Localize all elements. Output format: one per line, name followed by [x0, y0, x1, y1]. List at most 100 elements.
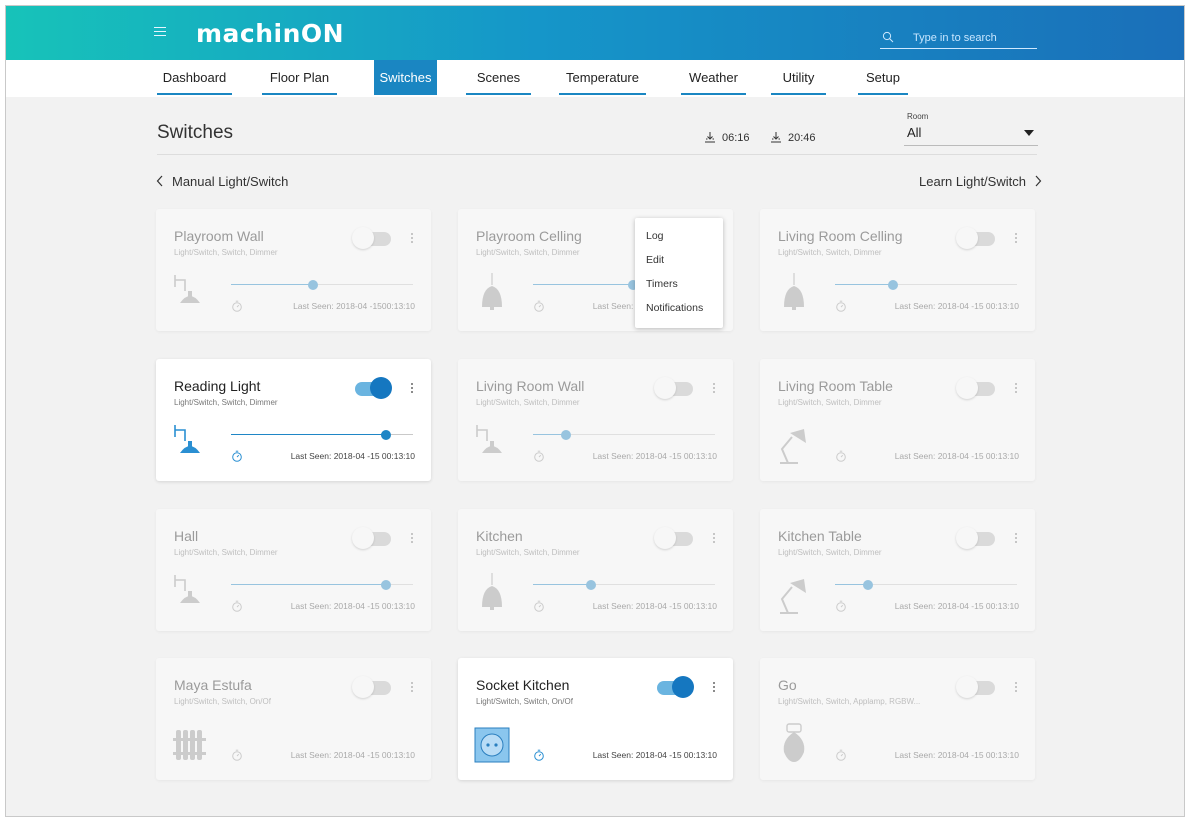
card-title: Reading Light [174, 378, 261, 394]
last-seen: Last Seen: 2018-04 -15 00:13:10 [290, 601, 415, 611]
power-toggle[interactable] [956, 377, 996, 399]
tab-dashboard[interactable]: Dashboard [157, 60, 232, 95]
tab-scenes[interactable]: Scenes [466, 60, 531, 95]
menu-item-edit[interactable]: Edit [646, 254, 664, 266]
search-field[interactable]: Type in to search [880, 31, 1037, 49]
switch-card[interactable]: Living Room Celling Light/Switch, Switch,… [760, 209, 1035, 331]
card-subtitle: Light/Switch, Switch, Dimmer [778, 548, 882, 557]
card-subtitle: Light/Switch, Switch, On/Of [476, 697, 573, 706]
timer-icon[interactable] [835, 748, 847, 761]
dimmer-slider[interactable] [533, 580, 715, 590]
switch-card[interactable]: Hall Light/Switch, Switch, Dimmer Last See… [156, 509, 431, 631]
tab-switches[interactable]: Switches [374, 60, 437, 95]
dimmer-slider[interactable] [231, 430, 413, 440]
switch-card[interactable]: Socket Kitchen Light/Switch, Switch, On/O… [458, 658, 733, 780]
more-options-icon[interactable] [411, 682, 414, 694]
tab-setup[interactable]: Setup [858, 60, 908, 95]
menu-item-log[interactable]: Log [646, 230, 664, 242]
tab-temperature[interactable]: Temperature [559, 60, 646, 95]
tab-label: Temperature [566, 70, 639, 85]
card-title: Playroom Wall [174, 228, 264, 244]
manual-link-label: Manual Light/Switch [172, 174, 289, 189]
power-toggle[interactable] [956, 227, 996, 249]
card-title: Hall [174, 528, 199, 544]
menu-item-notifications[interactable]: Notifications [646, 302, 703, 314]
more-options-icon[interactable] [713, 682, 716, 694]
dimmer-slider[interactable] [231, 580, 413, 590]
dimmer-slider[interactable] [533, 430, 715, 440]
switch-card[interactable]: Living Room Wall Light/Switch, Switch, Di… [458, 359, 733, 481]
timer-icon[interactable] [835, 599, 847, 612]
menu-item-timers[interactable]: Timers [646, 278, 678, 290]
more-options-icon[interactable] [1015, 383, 1018, 395]
tab-weather[interactable]: Weather [681, 60, 746, 95]
hamburger-menu-icon[interactable] [154, 27, 166, 37]
power-toggle[interactable] [956, 527, 996, 549]
switch-card[interactable]: Reading Light Light/Switch, Switch, Dimme… [156, 359, 431, 481]
last-seen: Last Seen: 2018-04 -15 00:13:10 [290, 451, 415, 461]
switch-card[interactable]: Kitchen Light/Switch, Switch, Dimmer Last … [458, 509, 733, 631]
more-options-icon[interactable] [713, 383, 716, 395]
last-seen: Last Seen: 2018-04 -15 00:13:10 [894, 301, 1019, 311]
switch-card[interactable]: Playroom Wall Light/Switch, Switch, Dimme… [156, 209, 431, 331]
card-context-menu: Log Edit Timers Notifications [635, 218, 723, 328]
timer-icon[interactable] [835, 449, 847, 462]
dimmer-slider[interactable] [835, 280, 1017, 290]
more-options-icon[interactable] [411, 383, 414, 395]
timer-icon[interactable] [231, 299, 243, 312]
switch-card[interactable]: Go Light/Switch, Switch, Applamp, RGBW...… [760, 658, 1035, 780]
tab-floor-plan[interactable]: Floor Plan [262, 60, 337, 95]
more-options-icon[interactable] [1015, 533, 1018, 545]
timer-icon[interactable] [533, 599, 545, 612]
wall-lamp-icon [172, 273, 208, 317]
more-options-icon[interactable] [1015, 682, 1018, 694]
tab-label: Switches [379, 70, 432, 85]
top-bar: machinON Type in to search [6, 6, 1184, 60]
more-options-icon[interactable] [411, 233, 414, 245]
socket-icon [474, 722, 510, 766]
bulb-icon [776, 722, 812, 766]
timer-icon[interactable] [231, 449, 243, 462]
timer-icon[interactable] [231, 748, 243, 761]
timer-icon[interactable] [533, 449, 545, 462]
main-nav: Dashboard Floor Plan Switches Scenes Tem… [6, 60, 1184, 97]
tab-label: Dashboard [162, 70, 227, 85]
room-label: Room [907, 112, 929, 121]
last-seen: Last Seen: 2018-04 -15 00:13:10 [894, 750, 1019, 760]
learn-light-switch-link[interactable]: Learn Light/Switch [919, 174, 1042, 189]
wall-lamp-icon [474, 423, 510, 467]
power-toggle[interactable] [654, 377, 694, 399]
power-toggle[interactable] [654, 676, 694, 698]
more-options-icon[interactable] [713, 533, 716, 545]
desk-lamp-icon [776, 423, 812, 467]
power-toggle[interactable] [352, 227, 392, 249]
sunrise-icon [705, 132, 715, 143]
power-toggle[interactable] [352, 527, 392, 549]
dimmer-slider[interactable] [231, 280, 413, 290]
power-toggle[interactable] [352, 377, 392, 399]
more-options-icon[interactable] [1015, 233, 1018, 245]
room-select[interactable]: Room All [904, 112, 1038, 146]
timer-icon[interactable] [835, 299, 847, 312]
last-seen: Last Seen: 2018-04 -15 00:13:10 [894, 601, 1019, 611]
more-options-icon[interactable] [411, 533, 414, 545]
tab-label: Floor Plan [269, 70, 330, 85]
search-placeholder: Type in to search [913, 32, 997, 44]
timer-icon[interactable] [231, 599, 243, 612]
tab-utility[interactable]: Utility [771, 60, 826, 95]
last-seen: Last Seen: 2018-04 -15 00:13:10 [592, 451, 717, 461]
switch-card[interactable]: Maya Estufa Light/Switch, Switch, On/Of La… [156, 658, 431, 780]
switch-card[interactable]: Living Room Table Light/Switch, Switch, D… [760, 359, 1035, 481]
timer-icon[interactable] [533, 748, 545, 761]
timer-icon[interactable] [533, 299, 545, 312]
sunrise-time: 06:16 [704, 131, 750, 144]
dimmer-slider[interactable] [835, 580, 1017, 590]
manual-light-switch-link[interactable]: Manual Light/Switch [156, 174, 288, 189]
switch-card[interactable]: Kitchen Table Light/Switch, Switch, Dimme… [760, 509, 1035, 631]
power-toggle[interactable] [956, 676, 996, 698]
power-toggle[interactable] [654, 527, 694, 549]
power-toggle[interactable] [352, 676, 392, 698]
search-icon [882, 31, 894, 43]
desk-lamp-icon [776, 573, 812, 617]
page-title: Switches [157, 122, 234, 143]
